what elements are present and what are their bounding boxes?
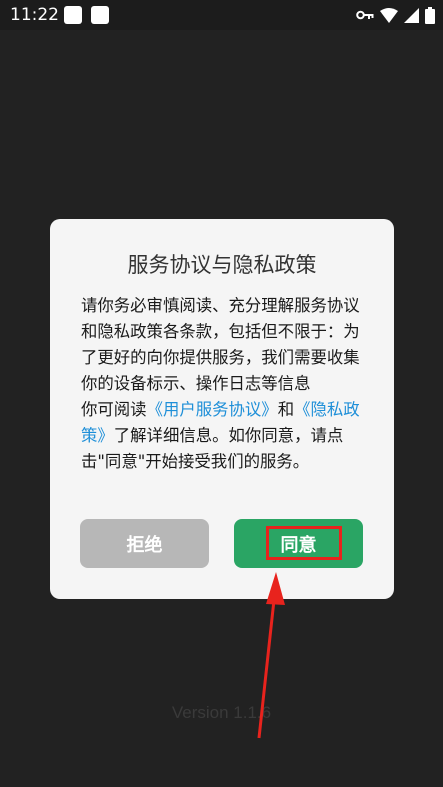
user-agreement-link[interactable]: 《用户服务协议》 — [147, 400, 278, 419]
and-text: 和 — [277, 400, 295, 419]
status-bar: 11:22 — [0, 0, 443, 30]
privacy-dialog: 服务协议与隐私政策 请你务必审慎阅读、充分理解服务协议和隐私政策各条款，包括但不… — [50, 219, 394, 599]
notification-square-icon — [91, 6, 109, 24]
dialog-title: 服务协议与隐私政策 — [127, 253, 317, 277]
signal-icon — [404, 7, 419, 23]
annotation-highlight-box — [266, 526, 342, 560]
read-suffix-text: 了解详细信息。如你同意，请点击"同意"开始接受我们的服务。 — [81, 426, 344, 471]
status-icons — [356, 6, 435, 24]
notification-square-icon — [64, 6, 82, 24]
dialog-read-paragraph: 你可阅读《用户服务协议》和《隐私政策》了解详细信息。如你同意，请点击"同意"开始… — [81, 397, 371, 475]
vpn-key-icon — [356, 9, 374, 21]
wifi-icon — [380, 7, 398, 23]
dialog-intro-text: 请你务必审慎阅读、充分理解服务协议和隐私政策各条款，包括但不限于：为了更好的向你… — [81, 296, 360, 393]
read-prefix-text: 你可阅读 — [81, 400, 147, 419]
battery-icon — [425, 6, 435, 24]
dialog-body: 请你务必审慎阅读、充分理解服务协议和隐私政策各条款，包括但不限于：为了更好的向你… — [81, 293, 371, 475]
status-time: 11:22 — [10, 5, 59, 25]
version-label: Version 1.1.6 — [171, 703, 272, 722]
reject-button[interactable]: 拒绝 — [80, 519, 209, 568]
